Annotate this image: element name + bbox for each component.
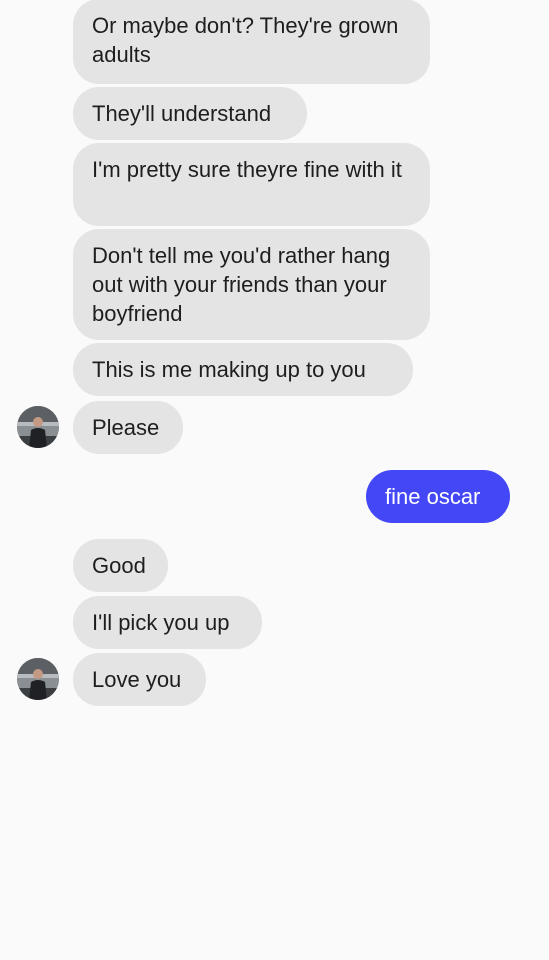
message-text: Don't tell me you'd rather hang out with… [92,243,391,326]
message-text: I'm pretty sure theyre fine with it [92,157,402,182]
person-photo-icon [17,658,59,700]
message-text: Or maybe don't? They're grown adults [92,13,399,67]
message-bubble-incoming[interactable]: I'll pick you up [73,596,262,649]
message-bubble-incoming[interactable]: Please [73,401,183,454]
message-text: This is me making up to you [92,357,366,382]
message-bubble-incoming[interactable]: Love you [73,653,206,706]
message-text: I'll pick you up [92,610,230,635]
message-text: Love you [92,667,182,692]
contact-avatar-icon[interactable] [17,658,59,700]
message-text: Good [92,553,146,578]
message-bubble-incoming[interactable]: I'm pretty sure theyre fine with it [73,143,430,226]
message-bubble-incoming[interactable]: This is me making up to you [73,343,413,396]
message-text: fine oscar [385,484,481,509]
chat-screen: Or maybe don't? They're grown adults The… [0,0,549,960]
contact-avatar-icon[interactable] [17,406,59,448]
message-text: They'll understand [92,101,272,126]
message-bubble-incoming[interactable]: They'll understand [73,87,307,140]
message-bubble-outgoing[interactable]: fine oscar [366,470,510,523]
message-bubble-incoming[interactable]: Good [73,539,168,592]
message-bubble-incoming[interactable]: Don't tell me you'd rather hang out with… [73,229,430,340]
message-text: Please [92,415,160,440]
person-photo-icon [17,406,59,448]
message-bubble-incoming[interactable]: Or maybe don't? They're grown adults [73,0,430,84]
